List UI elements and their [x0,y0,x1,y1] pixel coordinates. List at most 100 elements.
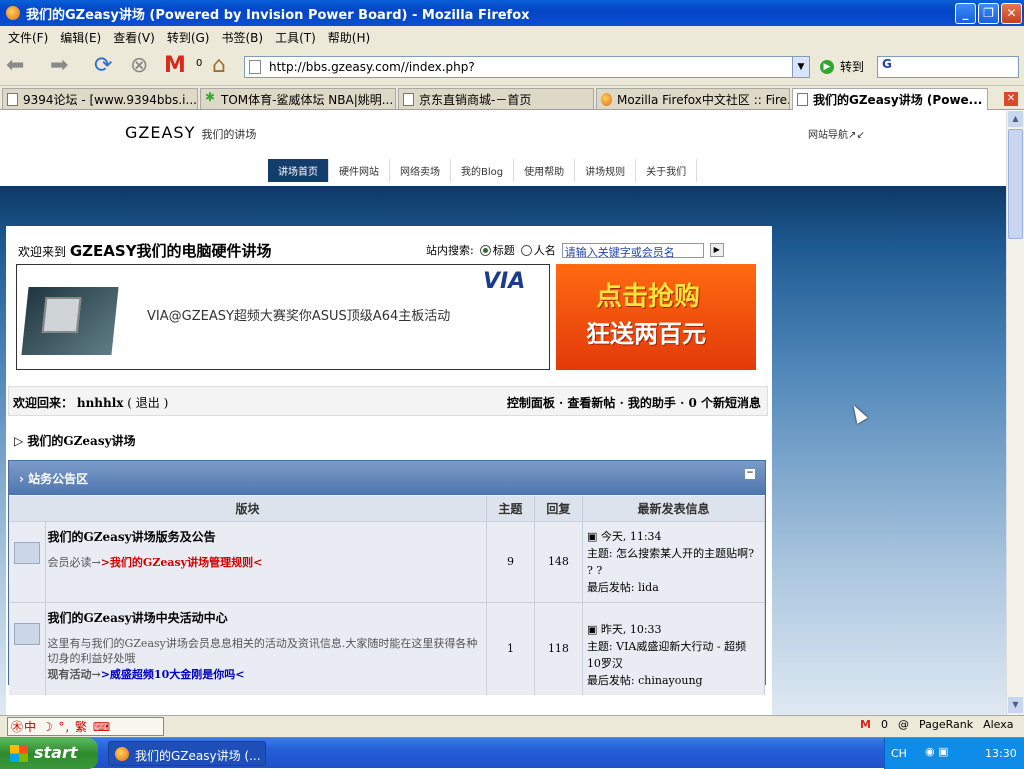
reply-count: 118 [534,601,583,695]
pagerank-label[interactable]: PageRank [919,718,973,731]
tab-tom-sports[interactable]: ✱ TOM体育-鲨威体坛 NBA|姚明... [200,88,396,109]
menu-tools[interactable]: 工具(T) [275,29,316,46]
menu-view[interactable]: 查看(V) [113,29,155,46]
forum-table: 版块 主题 回复 最新发表信息 我们的GZeasy讲场版务及公告 会员必读→>我… [9,496,766,695]
via-banner[interactable]: VIA@GZEASY超频大赛奖你ASUS顶级A64主板活动 VIA [16,264,550,370]
site-logo[interactable]: GZEASY 我们的讲场 [125,123,256,142]
tab-gzeasy[interactable]: 我们的GZeasy讲场 (Powe... [792,88,988,110]
navigation-toolbar: ⬅ ➡ ⟳ ⊗ M 0 ⌂ http://bbs.gzeasy.com//ind… [0,48,1024,86]
forum-row: 我们的GZeasy讲场中央活动中心 这里有与我们的GZeasy讲场会员息息相关的… [9,601,766,695]
language-indicator[interactable]: CH [891,747,907,760]
firefox-icon [115,747,129,761]
taskbar-item-label: 我们的GZeasy讲场 (... [135,749,261,763]
windows-logo-icon [10,745,28,762]
page-content: GZEASY 我们的讲场 网站导航↗↙ 讲场首页 硬件网站 网络卖场 我的Blo… [0,111,1006,715]
last-post-author[interactable]: 最后发帖: chinayoung [587,672,760,689]
reload-icon[interactable]: ⟳ [94,53,112,78]
maximize-button[interactable]: ❐ [978,3,999,24]
last-post: ▣ 昨天, 10:33 主题: VIA威盛迎新大行动 - 超频10罗汉 最后发帖… [582,601,766,695]
clock[interactable]: 13:30 [985,747,1017,760]
last-post-time: 昨天, 10:33 [600,622,662,636]
close-window-button[interactable]: ✕ [1001,3,1022,24]
go-icon: ▶ [820,59,834,74]
tab-firefox-china[interactable]: Mozilla Firefox中文社区 :: Fire... [596,88,790,109]
google-logo: G [882,57,892,71]
topic-count: 9 [486,520,535,602]
site-search-input[interactable]: 请输入关键字或会员名 [561,242,704,259]
menu-edit[interactable]: 编辑(E) [60,29,101,46]
ime-toolbar[interactable]: ㊍中 ☽ °, 繁 ⌨ [7,717,164,736]
forum-icon [13,622,40,645]
scroll-down-icon[interactable]: ▼ [1008,697,1023,713]
last-post-subject[interactable]: 主题: 怎么搜索某人开的主题贴啊? ? ? [587,545,760,579]
menu-go[interactable]: 转到(G) [167,29,210,46]
mail-count: 0 [196,58,203,69]
last-post: ▣ 今天, 11:34 主题: 怎么搜索某人开的主题贴啊? ? ? 最后发帖: … [582,520,766,602]
activity-link[interactable]: >威盛超频10大金刚是你吗< [101,668,245,681]
firefox-icon [601,93,612,106]
welcome-back-label: 欢迎回来： [13,396,74,410]
forum-name[interactable]: 我们的GZeasy讲场中央活动中心 [48,609,486,626]
user-links[interactable]: 控制面板 · 查看新帖 · 我的助手 · 0 个新短消息 [507,396,761,410]
gmail-status-icon[interactable]: M [860,718,871,731]
scroll-up-icon[interactable]: ▲ [1008,111,1023,127]
nav-my-blog[interactable]: 我的Blog [451,159,515,182]
back-icon[interactable]: ⬅ [6,53,24,78]
via-logo: VIA [483,269,526,294]
menu-help[interactable]: 帮助(H) [328,29,370,46]
nav-rules[interactable]: 讲场规则 [575,159,637,182]
keyboard-icon: ⌨ [92,720,112,734]
collapse-icon[interactable]: − [745,469,755,479]
gmail-icon[interactable]: M [164,53,186,78]
last-post-time: 今天, 11:34 [600,529,662,543]
last-post-author[interactable]: 最后发帖: lida [587,579,760,596]
firefox-icon [6,6,20,20]
forum-name[interactable]: 我们的GZeasy讲场版务及公告 [48,528,486,545]
window-title: 我们的GZeasy讲场 (Powered by Invision Power B… [26,7,530,23]
window-title-bar[interactable]: 我们的GZeasy讲场 (Powered by Invision Power B… [0,0,1024,26]
go-button[interactable]: ▶ 转到 [820,58,864,75]
tab-9394[interactable]: 9394论坛 - [www.9394bbs.i... [2,88,198,109]
nav-online-store[interactable]: 网络卖场 [390,159,451,182]
home-icon[interactable]: ⌂ [212,53,226,78]
logout-link[interactable]: ( 退出 ) [127,396,168,410]
forward-icon[interactable]: ➡ [50,53,68,78]
tab-label: 9394论坛 - [www.9394bbs.i... [23,93,197,107]
tray-icons[interactable]: ◉ ▣ [925,745,949,758]
tab-jingdong[interactable]: 京东直销商城-－首页 [398,88,594,109]
google-search-box[interactable]: G [877,56,1019,78]
site-search-button[interactable]: ▶ [709,243,724,257]
menu-file[interactable]: 文件(F) [8,29,48,46]
radio-name[interactable] [520,244,532,256]
radio-name-label: 人名 [533,244,556,257]
nav-forum-home[interactable]: 讲场首页 [268,159,329,182]
nav-help[interactable]: 使用帮助 [514,159,576,182]
page-icon [249,60,261,74]
breadcrumb[interactable]: ▷ 我们的GZeasy讲场 [14,432,136,449]
ad-line2: 狂送两百元 [586,320,706,348]
radio-title[interactable] [479,244,491,256]
url-bar[interactable]: http://bbs.gzeasy.com//index.php? ▼ [244,56,810,78]
category-header[interactable]: › 站务公告区 − [9,461,765,495]
start-button[interactable]: start [0,738,98,769]
forum-desc: 这里有与我们的GZeasy讲场会员息息相关的活动及资讯信息.大家随时能在这里获得… [47,636,478,665]
minimize-button[interactable]: _ [955,3,976,24]
vertical-scrollbar[interactable]: ▲ ▼ [1006,111,1024,715]
menu-bookmarks[interactable]: 书签(B) [221,29,263,46]
site-navigation-link[interactable]: 网站导航↗↙ [808,126,865,141]
scroll-thumb[interactable] [1008,129,1023,239]
nav-hardware-site[interactable]: 硬件网站 [329,159,390,182]
forum-desc-prefix: 会员必读→ [47,555,101,569]
at-icon[interactable]: @ [898,718,909,731]
url-dropdown-button[interactable]: ▼ [792,57,809,77]
promo-ad[interactable]: 点击抢购 狂送两百元 [556,264,756,370]
last-post-subject[interactable]: 主题: VIA威盛迎新大行动 - 超频10罗汉 [587,638,760,672]
close-tab-icon[interactable]: ✕ [1004,92,1018,106]
username-link[interactable]: hnhhlx [77,396,124,410]
main-nav: 讲场首页 硬件网站 网络卖场 我的Blog 使用帮助 讲场规则 关于我们 [268,159,698,182]
nav-about[interactable]: 关于我们 [636,159,698,182]
taskbar-item-firefox[interactable]: 我们的GZeasy讲场 (... [108,741,266,766]
forum-rules-link[interactable]: >我们的GZeasy讲场管理规则< [101,556,263,569]
alexa-label[interactable]: Alexa [983,718,1013,731]
stop-icon[interactable]: ⊗ [130,53,148,78]
